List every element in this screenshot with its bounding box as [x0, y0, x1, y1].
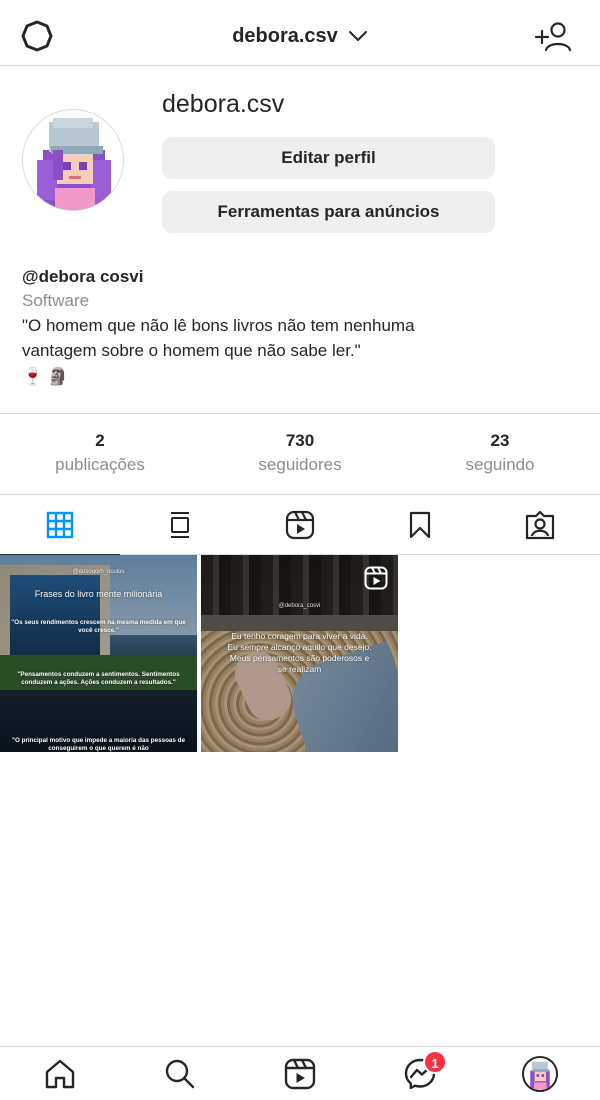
profile-tabs: [0, 495, 600, 555]
stat-value: 23: [490, 431, 510, 450]
post-thumbnail[interactable]: @debora_cosvi Eu tenho coragem para vive…: [201, 555, 398, 752]
add-user-icon[interactable]: [534, 20, 572, 52]
topbar-username: debora.csv: [232, 24, 338, 47]
post-quote: "Pensamentos conduzem a sentimentos. Sen…: [17, 671, 180, 686]
stat-value: 730: [285, 431, 315, 450]
post-handle: @eusouorh_oculos: [72, 569, 125, 575]
search-icon: [165, 1059, 195, 1088]
account-switcher[interactable]: debora.csv: [220, 22, 380, 50]
bottom-nav: 1: [0, 1046, 600, 1100]
post-handle: @debora_cosvi: [278, 603, 321, 609]
tab-tagged[interactable]: [480, 495, 600, 554]
wine-glass-icon: 🍷: [22, 367, 44, 386]
chevron-down-icon: [348, 31, 367, 41]
nav-profile[interactable]: [480, 1047, 600, 1100]
tab-saved[interactable]: [360, 495, 480, 554]
tab-grid[interactable]: [0, 495, 120, 555]
post-text: Eu tenho coragem para viver a vida. Eu s…: [227, 631, 372, 674]
bio-handle[interactable]: @debora cosvi: [22, 265, 582, 289]
nav-messages[interactable]: 1: [360, 1047, 480, 1100]
profile-avatar: [522, 1055, 558, 1092]
stat-value: 2: [95, 431, 105, 450]
post-quote: "O principal motivo que impede a maioria…: [11, 737, 186, 752]
avatar[interactable]: [22, 109, 124, 211]
bio-category: Software: [22, 291, 90, 310]
stat-label: seguidores: [258, 455, 342, 474]
stat-following[interactable]: 23 seguindo: [400, 414, 600, 494]
tab-guides[interactable]: [120, 495, 240, 554]
home-icon: [45, 1059, 75, 1088]
grid-icon: [46, 511, 74, 538]
reel-icon: [364, 566, 388, 590]
bio-text: "O homem que não lê bons livros não tem …: [22, 316, 415, 360]
post-quote: "Os seus rendimentos crescem na mesma me…: [11, 619, 186, 634]
bio: @debora cosvi Software "O homem que não …: [22, 265, 582, 390]
stat-posts[interactable]: 2 publicações: [0, 414, 200, 494]
stat-followers[interactable]: 730 seguidores: [200, 414, 400, 494]
ad-tools-button[interactable]: Ferramentas para anúncios: [162, 191, 495, 233]
nav-search[interactable]: [120, 1047, 240, 1100]
tab-reels[interactable]: [240, 495, 360, 554]
nav-home[interactable]: [0, 1047, 120, 1100]
nav-reels[interactable]: [240, 1047, 360, 1100]
stat-label: publicações: [55, 455, 145, 474]
posts-grid: @eusouorh_oculos Frases do livro mente m…: [0, 555, 600, 752]
reels-icon: [285, 510, 315, 539]
tagged-icon: [525, 510, 555, 539]
top-bar: debora.csv: [0, 0, 600, 66]
edit-profile-button[interactable]: Editar perfil: [162, 137, 495, 179]
post-thumbnail[interactable]: @eusouorh_oculos Frases do livro mente m…: [0, 555, 197, 752]
reels-icon: [284, 1058, 316, 1089]
profile-name: debora.csv: [162, 90, 285, 118]
moai-icon: 🗿: [47, 367, 69, 386]
profile-stats: 2 publicações 730 seguidores 23 seguindo: [0, 413, 600, 495]
bio-emojis: 🍷 🗿: [22, 364, 582, 390]
bookmark-icon: [409, 511, 431, 538]
settings-icon[interactable]: [20, 19, 54, 53]
post-title: Frases do livro mente milionária: [34, 589, 163, 599]
stat-label: seguindo: [465, 455, 535, 474]
guide-icon: [171, 511, 189, 538]
messages-badge: 1: [423, 1050, 447, 1074]
